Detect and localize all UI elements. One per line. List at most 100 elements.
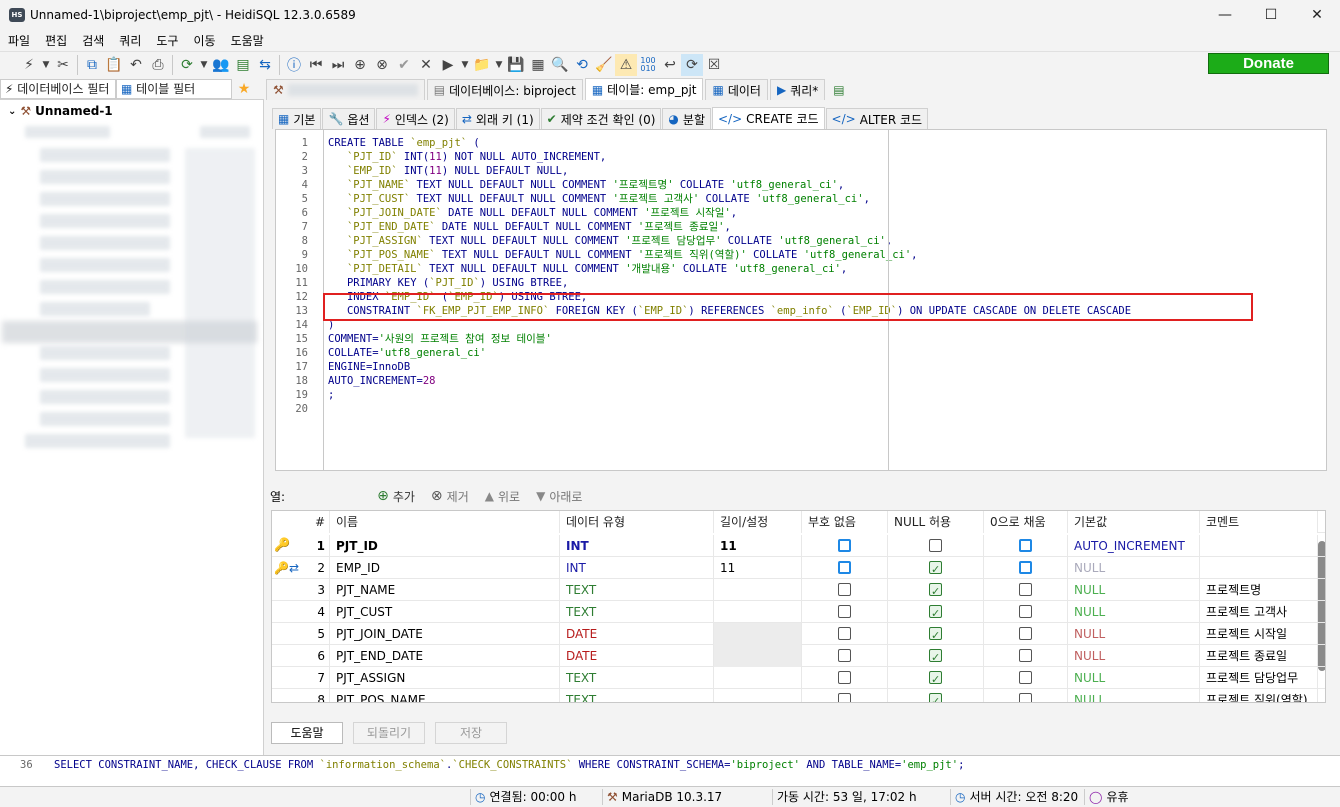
- zerofill-checkbox[interactable]: [1019, 561, 1032, 574]
- auto-refresh-icon[interactable]: ⟳: [681, 54, 703, 76]
- allow-null-cell[interactable]: [888, 623, 984, 645]
- data-type-cell[interactable]: DATE: [560, 623, 714, 645]
- snippet-icon[interactable]: ▦: [527, 54, 549, 76]
- table-row[interactable]: 5 PJT_JOIN_DATE DATE NULL 프로젝트 시작일: [272, 623, 1325, 645]
- copy-icon[interactable]: ⧉: [81, 54, 103, 76]
- table-row[interactable]: 🔑 1 PJT_ID INT 11 AUTO_INCREMENT: [272, 535, 1325, 557]
- star-icon[interactable]: ★: [232, 78, 256, 99]
- default-cell[interactable]: NULL: [1068, 601, 1200, 623]
- subtab-basic[interactable]: ▦ 기본: [272, 108, 322, 129]
- menu-edit[interactable]: 편집: [37, 30, 74, 51]
- dropdown-icon[interactable]: ▼: [198, 54, 210, 76]
- wrap-icon[interactable]: ↩: [659, 54, 681, 76]
- allow-null-cell[interactable]: [888, 557, 984, 579]
- allow-null-cell[interactable]: [888, 601, 984, 623]
- save-icon[interactable]: 💾: [505, 54, 527, 76]
- menu-query[interactable]: 쿼리: [111, 30, 148, 51]
- table-row[interactable]: 4 PJT_CUST TEXT NULL 프로젝트 고객사: [272, 601, 1325, 623]
- unsigned-checkbox[interactable]: [838, 561, 851, 574]
- move-down-button[interactable]: ▼ 아래로: [536, 488, 582, 505]
- zerofill-cell[interactable]: [984, 667, 1068, 689]
- table-row[interactable]: 8 PJT_POS_NAME TEXT NULL 프로젝트 직위(역할): [272, 689, 1325, 702]
- length-cell[interactable]: 11: [714, 557, 802, 579]
- zerofill-checkbox[interactable]: [1019, 605, 1032, 618]
- subtab-alter-code[interactable]: </> ALTER 코드: [825, 108, 929, 129]
- unsigned-checkbox[interactable]: [838, 693, 851, 702]
- binary-icon[interactable]: 100 010: [637, 54, 659, 76]
- tree-item[interactable]: [40, 412, 170, 426]
- length-cell[interactable]: [714, 579, 802, 601]
- default-cell[interactable]: NULL: [1068, 689, 1200, 702]
- tree-item[interactable]: [40, 192, 170, 206]
- comment-cell[interactable]: 프로젝트 시작일: [1200, 623, 1318, 645]
- default-cell[interactable]: NULL: [1068, 667, 1200, 689]
- allow-null-cell[interactable]: [888, 689, 984, 702]
- zerofill-cell[interactable]: [984, 689, 1068, 702]
- zerofill-cell[interactable]: [984, 557, 1068, 579]
- unsigned-cell[interactable]: [802, 645, 888, 667]
- tree-item[interactable]: [25, 126, 110, 138]
- unsigned-checkbox[interactable]: [838, 627, 851, 640]
- tab-data[interactable]: ▦ 데이터: [705, 79, 768, 100]
- allow-null-cell[interactable]: [888, 645, 984, 667]
- comment-cell[interactable]: 프로젝트명: [1200, 579, 1318, 601]
- allow-null-checkbox[interactable]: [929, 625, 942, 645]
- data-type-cell[interactable]: TEXT: [560, 579, 714, 601]
- allow-null-checkbox[interactable]: [929, 603, 942, 623]
- remove-column-button[interactable]: ⊗ 제거: [431, 488, 469, 505]
- zerofill-checkbox[interactable]: [1019, 583, 1032, 596]
- unsigned-cell[interactable]: [802, 557, 888, 579]
- allow-null-checkbox[interactable]: [929, 669, 942, 689]
- default-cell[interactable]: NULL: [1068, 579, 1200, 601]
- donate-button[interactable]: Donate: [1208, 53, 1329, 74]
- tree-item[interactable]: [40, 302, 150, 316]
- unsigned-checkbox[interactable]: [838, 583, 851, 596]
- unsigned-checkbox[interactable]: [838, 539, 851, 552]
- add-icon[interactable]: ⊕: [349, 54, 371, 76]
- unsigned-cell[interactable]: [802, 535, 888, 557]
- maximize-button[interactable]: ☐: [1248, 0, 1294, 30]
- database-filter-input[interactable]: ⚡ 데이터베이스 필터: [0, 79, 116, 99]
- table-filter-input[interactable]: ▦ 테이블 필터: [116, 79, 232, 99]
- refresh-icon[interactable]: ⟳: [176, 54, 198, 76]
- new-query-tab-button[interactable]: ▤: [827, 79, 850, 100]
- row-number-cell[interactable]: 8: [272, 689, 330, 702]
- unsigned-checkbox[interactable]: [838, 649, 851, 662]
- data-type-cell[interactable]: INT: [560, 535, 714, 557]
- table-row[interactable]: 7 PJT_ASSIGN TEXT NULL 프로젝트 담당업무: [272, 667, 1325, 689]
- save-button[interactable]: 저장: [435, 722, 507, 744]
- length-cell[interactable]: 11: [714, 535, 802, 557]
- tree-item[interactable]: [40, 214, 170, 228]
- data-type-cell[interactable]: DATE: [560, 645, 714, 667]
- row-number-cell[interactable]: 4: [272, 601, 330, 623]
- zerofill-checkbox[interactable]: [1019, 693, 1032, 702]
- zerofill-cell[interactable]: [984, 535, 1068, 557]
- subtab-partitions[interactable]: ◕ 분할: [662, 108, 711, 129]
- help-icon[interactable]: ⓘ: [283, 54, 305, 76]
- subtab-options[interactable]: 🔧 옵션: [322, 108, 376, 129]
- row-number-cell[interactable]: 🔑⇄ 2: [272, 557, 330, 579]
- tab-table[interactable]: ▦ 테이블: emp_pjt: [584, 78, 704, 100]
- unsigned-cell[interactable]: [802, 623, 888, 645]
- menu-help[interactable]: 도움말: [223, 30, 271, 51]
- paste-icon[interactable]: 📋: [103, 54, 125, 76]
- comment-cell[interactable]: [1200, 535, 1318, 557]
- default-cell[interactable]: AUTO_INCREMENT: [1068, 535, 1200, 557]
- allow-null-checkbox[interactable]: [929, 691, 942, 702]
- unsigned-checkbox[interactable]: [838, 605, 851, 618]
- zerofill-cell[interactable]: [984, 623, 1068, 645]
- column-name-cell[interactable]: PJT_ID: [330, 535, 560, 557]
- add-column-button[interactable]: ⊕ 추가: [377, 488, 415, 505]
- comment-cell[interactable]: 프로젝트 담당업무: [1200, 667, 1318, 689]
- comment-cell[interactable]: 프로젝트 종료일: [1200, 645, 1318, 667]
- tree-item[interactable]: [40, 346, 170, 360]
- tree-item[interactable]: [25, 434, 170, 448]
- data-type-cell[interactable]: TEXT: [560, 689, 714, 702]
- folder-icon[interactable]: 📁: [471, 54, 493, 76]
- user-manager-icon[interactable]: 👥: [210, 54, 232, 76]
- unsigned-cell[interactable]: [802, 579, 888, 601]
- close-button[interactable]: ✕: [1294, 0, 1340, 30]
- zerofill-cell[interactable]: [984, 645, 1068, 667]
- zerofill-checkbox[interactable]: [1019, 627, 1032, 640]
- length-cell[interactable]: [714, 623, 802, 645]
